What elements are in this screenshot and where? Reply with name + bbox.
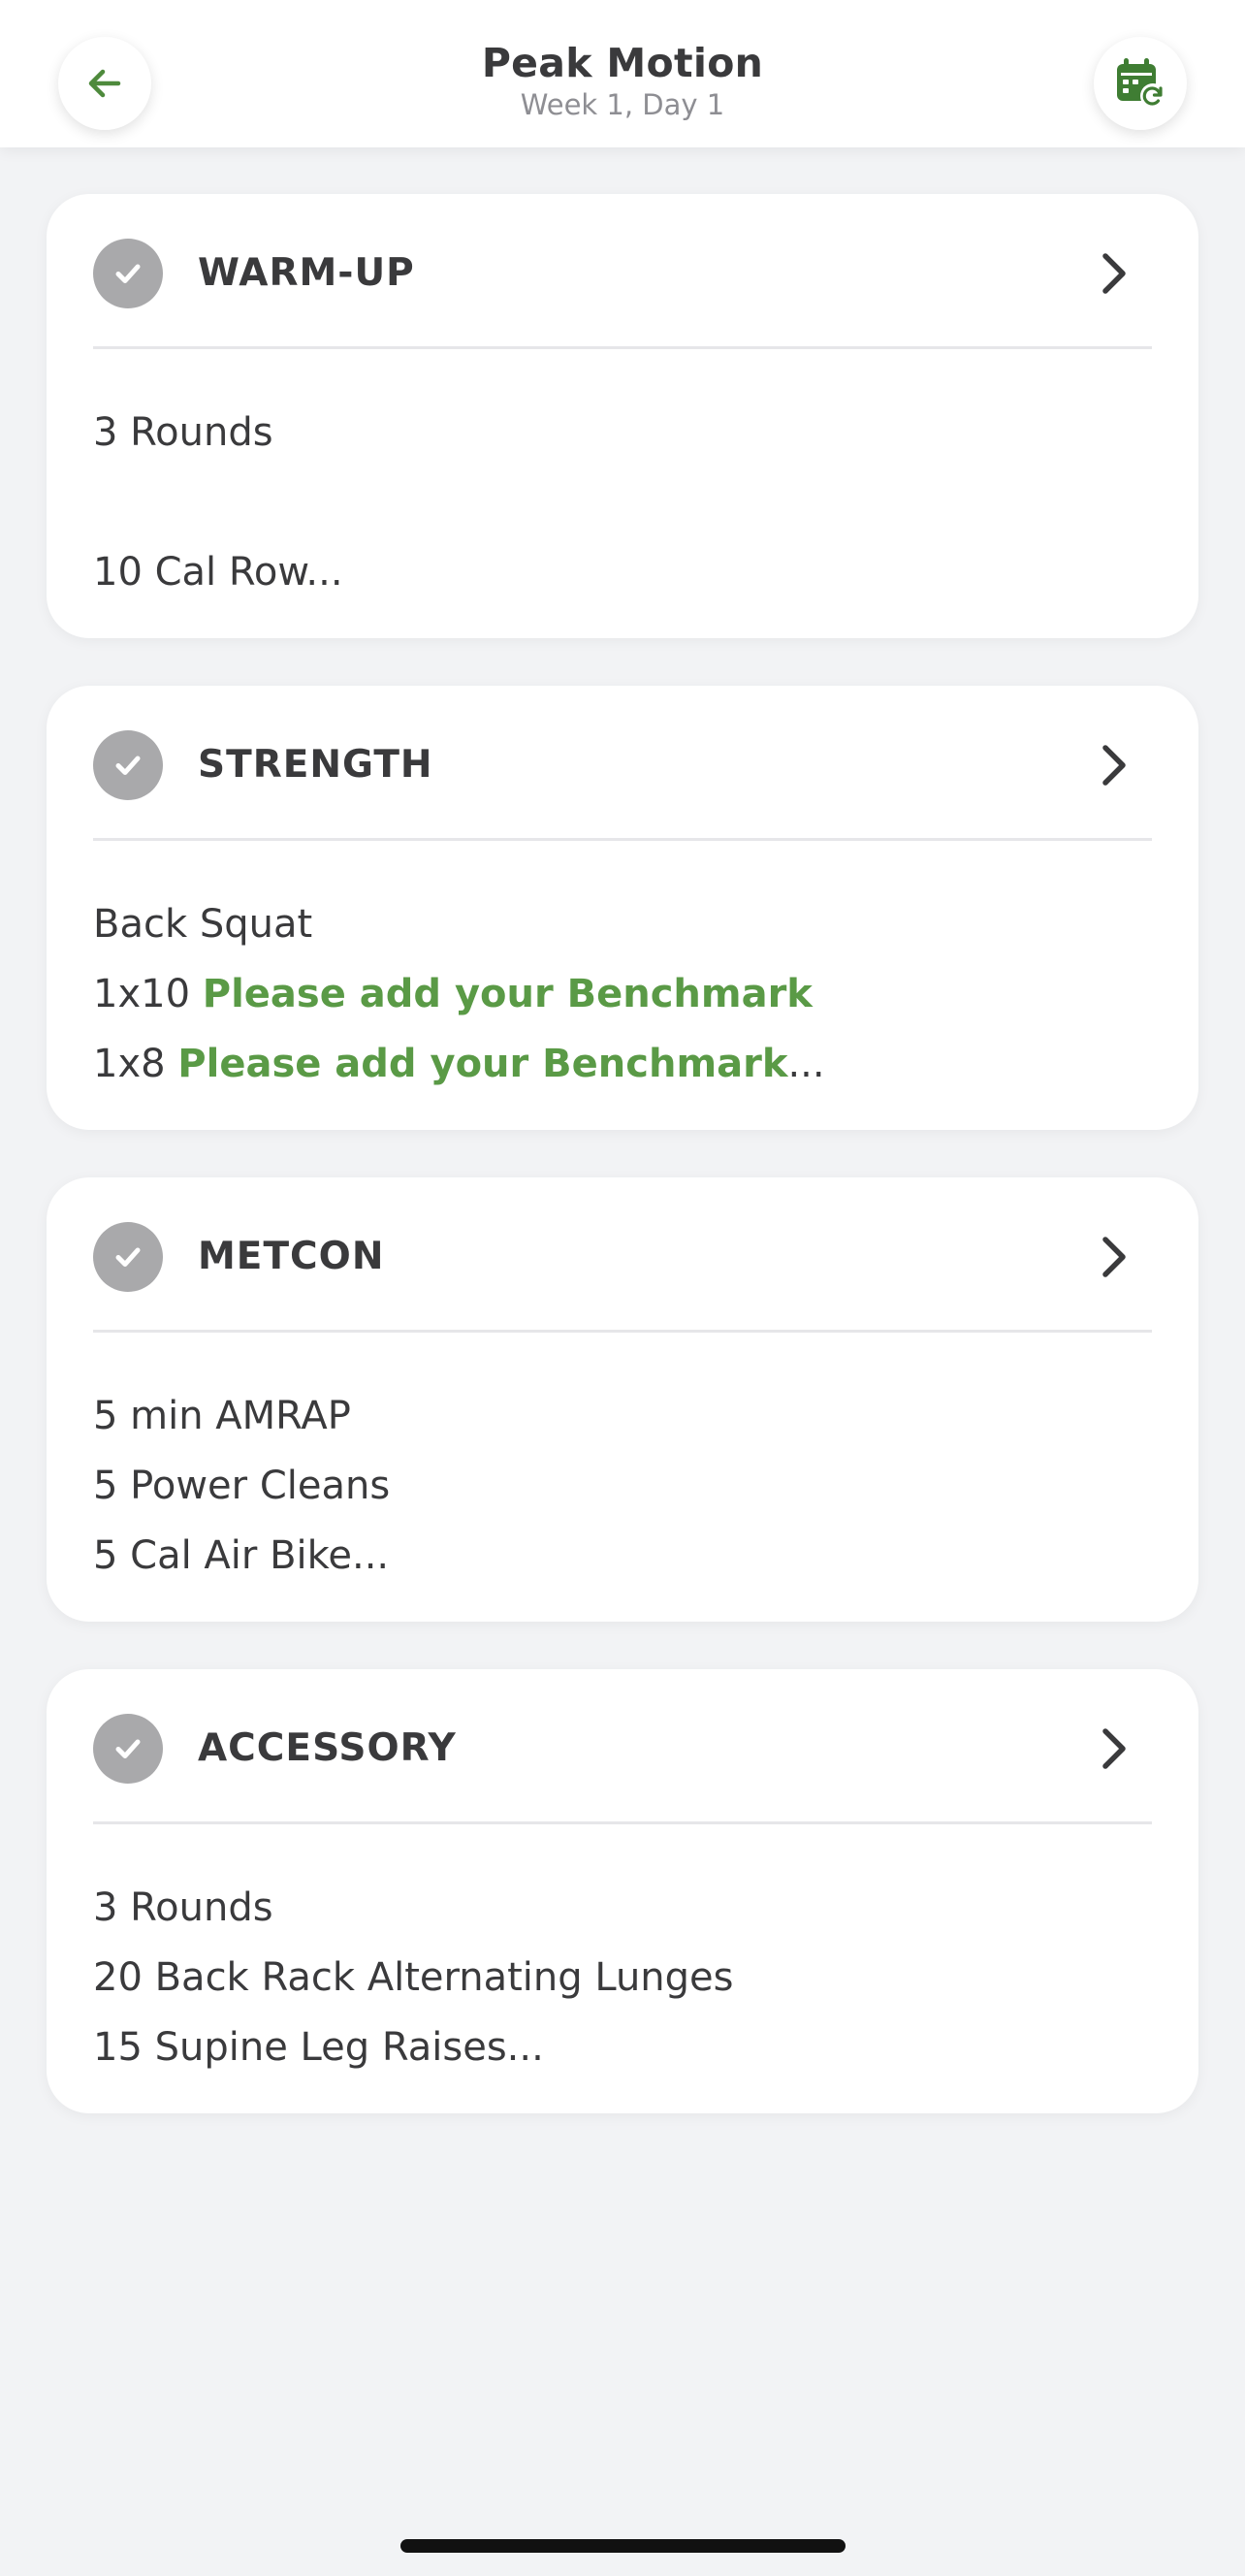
- check-icon[interactable]: [93, 1222, 163, 1292]
- ellipsis: ...: [787, 1042, 825, 1086]
- section-line: 5 Power Cleans: [93, 1464, 391, 1508]
- section-body: Back Squat 1x10 Please add your Benchmar…: [47, 841, 1198, 1099]
- calendar-sync-icon: [1117, 58, 1165, 109]
- add-benchmark-link[interactable]: Please add your Benchmark: [177, 1042, 787, 1086]
- check-icon[interactable]: [93, 1714, 163, 1784]
- section-line: 15 Supine Leg Raises...: [93, 2025, 544, 2070]
- home-indicator[interactable]: [400, 2539, 846, 2553]
- page-title: Peak Motion: [481, 40, 764, 86]
- calendar-button[interactable]: [1094, 37, 1187, 130]
- section-line: Back Squat: [93, 902, 313, 947]
- section-line: 10 Cal Row...: [93, 550, 343, 595]
- benchmark-line: 1x10 Please add your Benchmark: [93, 959, 1152, 1029]
- section-card-metcon[interactable]: METCON 5 min AMRAP 5 Power Cleans 5 Cal …: [47, 1177, 1198, 1622]
- workout-sections: WARM-UP 3 Rounds 10 Cal Row... STRENGTH …: [47, 194, 1198, 2161]
- set-scheme: 1x8: [93, 1042, 166, 1086]
- section-body: 3 Rounds 20 Back Rack Alternating Lunges…: [47, 1824, 1198, 2082]
- chevron-right-icon[interactable]: [1098, 1232, 1133, 1282]
- check-icon[interactable]: [93, 730, 163, 800]
- section-body: 3 Rounds 10 Cal Row...: [47, 349, 1198, 607]
- section-title: METCON: [198, 1235, 385, 1278]
- section-title: WARM-UP: [198, 251, 415, 295]
- top-bar: Peak Motion Week 1, Day 1: [0, 0, 1245, 147]
- section-body: 5 min AMRAP 5 Power Cleans 5 Cal Air Bik…: [47, 1333, 1198, 1591]
- check-icon[interactable]: [93, 239, 163, 308]
- chevron-right-icon[interactable]: [1098, 1723, 1133, 1774]
- app-screen: Peak Motion Week 1, Day 1 WARM-UP 3 Roun…: [0, 0, 1245, 2576]
- section-line: 20 Back Rack Alternating Lunges: [93, 1955, 734, 2000]
- section-header[interactable]: ACCESSORY: [93, 1669, 1152, 1824]
- section-title: STRENGTH: [198, 743, 433, 787]
- section-card-strength[interactable]: STRENGTH Back Squat 1x10 Please add your…: [47, 686, 1198, 1130]
- section-title: ACCESSORY: [198, 1726, 457, 1770]
- chevron-right-icon[interactable]: [1098, 248, 1133, 299]
- page-subtitle: Week 1, Day 1: [520, 88, 725, 121]
- section-card-warm-up[interactable]: WARM-UP 3 Rounds 10 Cal Row...: [47, 194, 1198, 638]
- section-card-accessory[interactable]: ACCESSORY 3 Rounds 20 Back Rack Alternat…: [47, 1669, 1198, 2113]
- section-header[interactable]: WARM-UP: [93, 194, 1152, 349]
- section-line: 3 Rounds: [93, 410, 273, 455]
- section-header[interactable]: STRENGTH: [93, 686, 1152, 841]
- add-benchmark-link[interactable]: Please add your Benchmark: [203, 972, 813, 1016]
- header-title-group: Peak Motion Week 1, Day 1: [0, 39, 1245, 122]
- section-line: 3 Rounds: [93, 1885, 273, 1930]
- chevron-right-icon[interactable]: [1098, 740, 1133, 790]
- set-scheme: 1x10: [93, 972, 191, 1016]
- section-line: 5 min AMRAP: [93, 1394, 351, 1438]
- benchmark-line: 1x8 Please add your Benchmark...: [93, 1029, 1152, 1099]
- section-line: 5 Cal Air Bike...: [93, 1533, 390, 1578]
- section-header[interactable]: METCON: [93, 1177, 1152, 1333]
